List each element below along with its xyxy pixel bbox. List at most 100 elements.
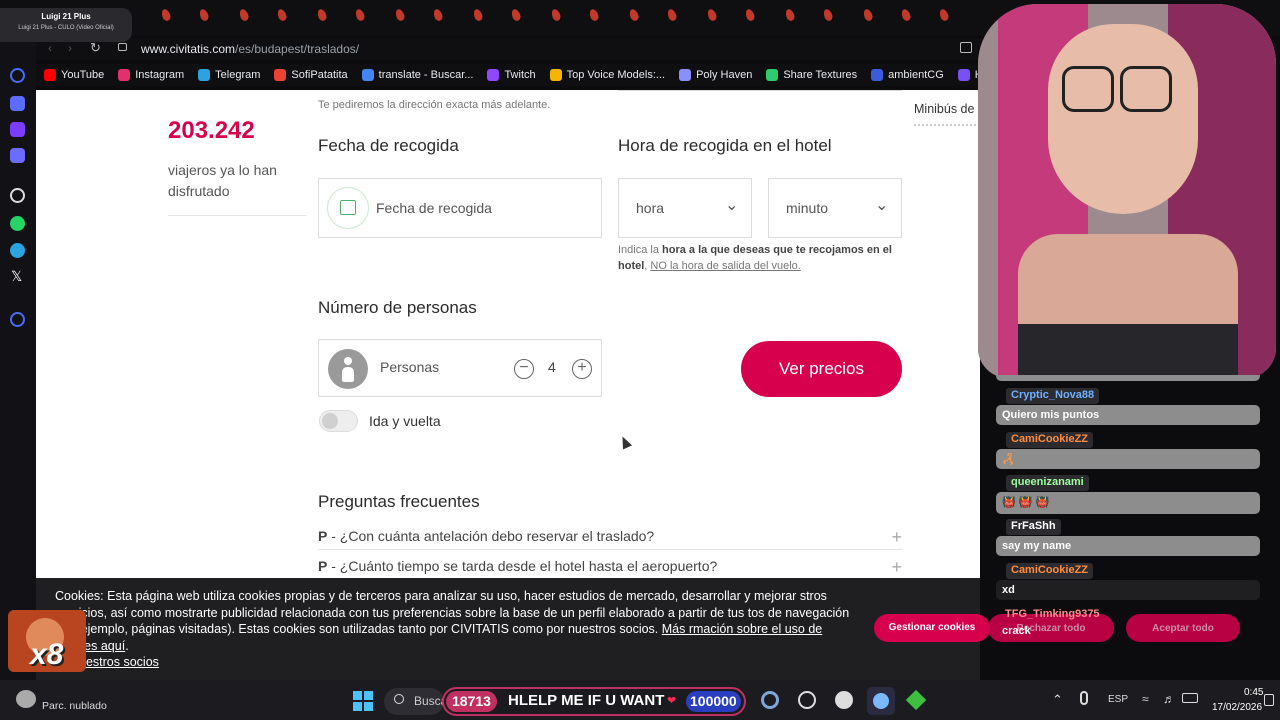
chat-username[interactable]: CamiCookieZZ [1006, 563, 1094, 579]
bookmark-item[interactable]: SofiPatatita [274, 69, 348, 81]
date-input[interactable]: Fecha de recogida [318, 178, 602, 238]
tab-favicon-icon[interactable] [706, 7, 718, 23]
see-prices-button[interactable]: Ver precios [741, 341, 902, 397]
divider [914, 124, 980, 126]
microphone-icon[interactable] [1080, 691, 1088, 705]
chat-message: xd [996, 580, 1260, 600]
tab-favicon-icon[interactable] [238, 7, 250, 23]
tab-favicon-icon[interactable] [784, 7, 796, 23]
volume-icon[interactable]: ♬ [1163, 692, 1175, 706]
bookmark-label: ambientCG [888, 69, 944, 81]
bookmark-item[interactable]: translate - Buscar... [361, 69, 473, 81]
chat-username[interactable]: TFG_Timking9375 [1000, 607, 1105, 623]
settings-icon[interactable] [761, 691, 779, 709]
bookmark-item[interactable]: Twitch [487, 69, 536, 81]
bookmark-favicon-icon [44, 69, 56, 81]
tab-favicon-icon[interactable] [354, 7, 366, 23]
tab-favicon-icon[interactable] [900, 7, 912, 23]
whatsapp-icon[interactable] [10, 216, 25, 231]
notification-icon[interactable] [1264, 694, 1274, 706]
time-hint-link[interactable]: NO la hora de salida del vuelo. [650, 260, 800, 272]
faq-question: ¿Cuánto tiempo se tarda desde el hotel h… [339, 558, 718, 574]
clock-time[interactable]: 0:45 [1244, 687, 1263, 698]
minecraft-icon[interactable] [905, 689, 927, 711]
lock-icon [118, 43, 127, 51]
sidebar-toggle-icon[interactable] [960, 42, 972, 53]
chat-username[interactable]: FrFaShh [1006, 519, 1061, 535]
chat-username[interactable]: Cryptic_Nova88 [1006, 388, 1100, 404]
x-icon[interactable]: 𝕏 [11, 268, 22, 285]
search-icon [394, 694, 404, 704]
bookmark-item[interactable]: YouTube [44, 69, 104, 81]
tab-favicon-icon[interactable] [666, 7, 678, 23]
tab-favicon-icon[interactable] [862, 7, 874, 23]
manage-cookies-button[interactable]: Gestionar cookies [874, 614, 990, 642]
media-player-pill[interactable]: Luigi 21 Plus Luigi 21 Plus - CULO (Vide… [0, 8, 132, 42]
browser-sidebar: 𝕏 [0, 36, 36, 680]
url-path: /es/budapest/traslados/ [235, 42, 360, 56]
tab-favicon-icon[interactable] [160, 7, 172, 23]
chevron-up-icon[interactable]: ⌃ [1052, 692, 1063, 708]
mail-icon[interactable] [10, 148, 25, 163]
start-icon[interactable] [353, 691, 373, 711]
clock-date[interactable]: 17/02/2026 [1212, 702, 1262, 713]
tab-favicon-icon[interactable] [472, 7, 484, 23]
partners-link[interactable]: uestros socios [79, 655, 159, 669]
reload-icon[interactable]: ↻ [90, 40, 101, 56]
tab-favicon-icon[interactable] [628, 7, 640, 23]
tab-favicon-icon[interactable] [938, 7, 950, 23]
hour-select-value: hora [636, 200, 665, 216]
tab-favicon-icon[interactable] [744, 7, 756, 23]
people-stepper: Personas − 4 + [318, 339, 602, 397]
expand-plus-icon[interactable]: + [891, 527, 902, 548]
tab-favicon-icon[interactable] [316, 7, 328, 23]
tab-favicon-icon[interactable] [394, 7, 406, 23]
tab-favicon-icon[interactable] [276, 7, 288, 23]
chevron-down-icon: ⌄ [875, 197, 889, 214]
notes-icon[interactable] [10, 122, 25, 137]
bookmark-item[interactable]: Poly Haven [679, 69, 752, 81]
battery-icon[interactable] [1182, 693, 1198, 703]
forward-icon[interactable]: › [68, 41, 72, 55]
telegram-icon[interactable] [10, 243, 25, 258]
bookmark-item[interactable]: Share Textures [766, 69, 857, 81]
tab-favicon-icon[interactable] [510, 7, 522, 23]
goal-badge: 100000 [686, 691, 741, 712]
faq-item[interactable]: P - ¿Con cuánta antelación debo reservar… [318, 527, 902, 550]
back-icon[interactable]: ‹ [48, 41, 52, 55]
bookmark-item[interactable]: Top Voice Models:... [549, 69, 665, 81]
bookmark-item[interactable]: Telegram [198, 69, 260, 81]
steam-icon[interactable] [867, 687, 895, 715]
tab-favicon-icon[interactable] [550, 7, 562, 23]
time-hint-text: Indica la [618, 244, 663, 256]
tab-favicon-icon[interactable] [198, 7, 210, 23]
minute-select[interactable]: minuto ⌄ [768, 178, 902, 238]
bookmark-favicon-icon [487, 69, 500, 81]
tab-favicon-icon[interactable] [822, 7, 834, 23]
chatgpt-icon[interactable] [798, 691, 816, 709]
chat-username[interactable]: queenizanami [1006, 475, 1089, 491]
history-icon[interactable] [10, 68, 25, 83]
chatgpt-icon[interactable] [10, 188, 25, 203]
travelers-text: viajeros ya lo han disfrutado [168, 162, 277, 199]
url-domain: www.civitatis.com [141, 42, 236, 56]
tab-favicon-icon[interactable] [588, 7, 600, 23]
clock-icon[interactable] [10, 312, 25, 327]
language-indicator[interactable]: ESP [1108, 694, 1128, 705]
expand-plus-icon[interactable]: + [891, 557, 902, 578]
wifi-icon[interactable]: ≈ [1142, 692, 1149, 706]
hour-select[interactable]: hora ⌄ [618, 178, 752, 238]
search-box[interactable]: Busca [384, 688, 447, 715]
extension-icon[interactable] [10, 96, 25, 111]
obs-icon[interactable] [835, 691, 853, 709]
bookmark-item[interactable]: Instagram [118, 69, 184, 81]
round-trip-toggle[interactable] [319, 410, 358, 432]
chat-username[interactable]: CamiCookieZZ [1006, 432, 1094, 448]
bookmark-item[interactable]: ambientCG [871, 69, 944, 81]
decrement-button[interactable]: − [514, 359, 534, 379]
tab-favicon-icon[interactable] [432, 7, 444, 23]
date-placeholder: Fecha de recogida [376, 200, 492, 216]
faq-item[interactable]: P - ¿Cuánto tiempo se tarda desde el hot… [318, 557, 902, 580]
increment-button[interactable]: + [572, 359, 592, 379]
url-field[interactable]: www.civitatis.com/es/budapest/traslados/ [141, 42, 359, 56]
